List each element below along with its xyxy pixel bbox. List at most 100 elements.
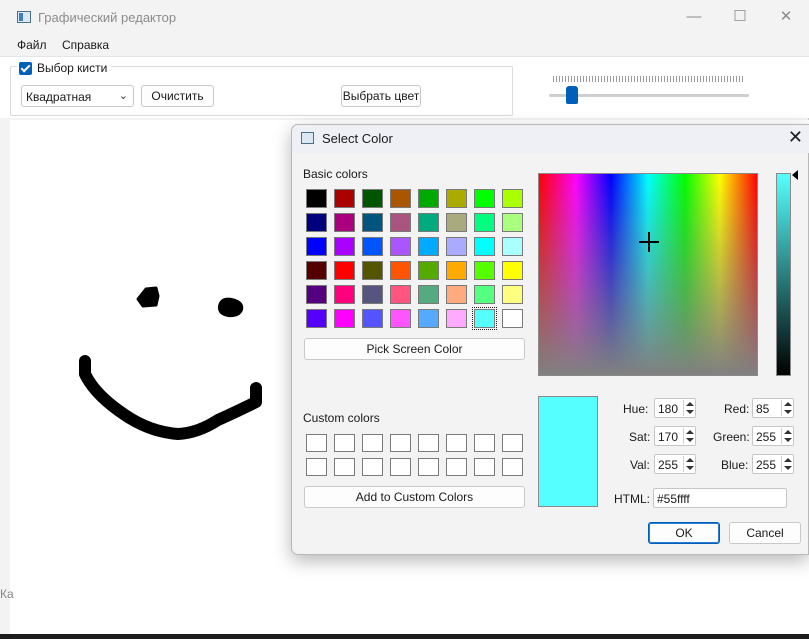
basic-color-swatch[interactable] (502, 309, 523, 328)
basic-color-swatch[interactable] (390, 309, 411, 328)
custom-color-swatch[interactable] (418, 458, 439, 476)
basic-color-swatch[interactable] (362, 285, 383, 304)
basic-color-swatch[interactable] (334, 309, 355, 328)
red-spinbox[interactable]: 85 (752, 398, 794, 418)
blue-stepper[interactable] (781, 456, 792, 472)
basic-color-swatch[interactable] (502, 261, 523, 280)
close-window-icon[interactable]: ✕ (764, 2, 808, 32)
basic-color-swatch[interactable] (362, 213, 383, 232)
custom-color-swatch[interactable] (334, 434, 355, 452)
basic-color-swatch[interactable] (446, 213, 467, 232)
red-value: 85 (756, 402, 770, 416)
custom-color-swatch[interactable] (446, 434, 467, 452)
luminance-bar[interactable] (776, 173, 791, 376)
basic-color-swatch[interactable] (418, 213, 439, 232)
custom-color-swatch[interactable] (306, 458, 327, 476)
custom-color-swatch[interactable] (334, 458, 355, 476)
custom-color-swatch[interactable] (390, 434, 411, 452)
basic-color-swatch[interactable] (418, 285, 439, 304)
hue-stepper[interactable] (683, 400, 694, 416)
hue-saturation-field[interactable] (538, 173, 758, 376)
basic-color-swatch[interactable] (306, 285, 327, 304)
custom-color-swatch[interactable] (418, 434, 439, 452)
basic-color-swatch[interactable] (306, 213, 327, 232)
hue-spinbox[interactable]: 180 (654, 398, 696, 418)
basic-color-swatch[interactable] (474, 189, 495, 208)
basic-color-swatch[interactable] (502, 285, 523, 304)
basic-color-swatch[interactable] (306, 261, 327, 280)
basic-color-swatch[interactable] (474, 285, 495, 304)
brush-group-title[interactable]: Выбор кисти (17, 59, 112, 77)
basic-color-swatch[interactable] (418, 237, 439, 256)
basic-color-swatch[interactable] (334, 213, 355, 232)
basic-color-swatch[interactable] (502, 237, 523, 256)
sat-spinbox[interactable]: 170 (654, 426, 696, 446)
brush-shape-combo[interactable]: Квадратная ⌄ (21, 85, 134, 107)
basic-color-swatch[interactable] (474, 213, 495, 232)
luminance-arrow-icon[interactable] (792, 170, 798, 180)
basic-color-swatch[interactable] (472, 307, 497, 330)
basic-color-swatch[interactable] (306, 237, 327, 256)
cancel-button[interactable]: Cancel (729, 522, 801, 544)
basic-color-swatch[interactable] (334, 261, 355, 280)
custom-color-swatch[interactable] (390, 458, 411, 476)
basic-color-swatch[interactable] (474, 237, 495, 256)
basic-color-swatch[interactable] (418, 261, 439, 280)
custom-color-swatch[interactable] (474, 434, 495, 452)
basic-color-swatch[interactable] (390, 237, 411, 256)
custom-color-swatch[interactable] (306, 434, 327, 452)
green-stepper[interactable] (781, 428, 792, 444)
basic-color-swatch[interactable] (362, 309, 383, 328)
red-stepper[interactable] (781, 400, 792, 416)
basic-color-swatch[interactable] (446, 237, 467, 256)
basic-color-swatch[interactable] (334, 237, 355, 256)
basic-color-swatch[interactable] (446, 261, 467, 280)
basic-color-swatch[interactable] (362, 261, 383, 280)
basic-color-swatch[interactable] (418, 189, 439, 208)
basic-color-swatch[interactable] (362, 189, 383, 208)
basic-color-swatch[interactable] (334, 285, 355, 304)
custom-color-swatch[interactable] (502, 458, 523, 476)
custom-colors-label: Custom colors (303, 411, 380, 425)
custom-color-swatch[interactable] (446, 458, 467, 476)
basic-color-swatch[interactable] (446, 309, 467, 328)
basic-color-swatch[interactable] (306, 309, 327, 328)
basic-color-swatch[interactable] (306, 189, 327, 208)
basic-color-swatch[interactable] (446, 285, 467, 304)
custom-color-swatch[interactable] (502, 434, 523, 452)
html-color-input[interactable]: #55ffff (653, 488, 787, 508)
val-stepper[interactable] (683, 456, 694, 472)
val-spinbox[interactable]: 255 (654, 454, 696, 474)
maximize-icon[interactable]: ☐ (718, 2, 762, 32)
brush-size-handle[interactable] (566, 86, 578, 104)
basic-color-swatch[interactable] (362, 237, 383, 256)
custom-color-swatch[interactable] (474, 458, 495, 476)
blue-spinbox[interactable]: 255 (752, 454, 794, 474)
basic-color-swatch[interactable] (446, 189, 467, 208)
menu-file[interactable]: Файл (17, 38, 47, 52)
basic-color-swatch[interactable] (390, 189, 411, 208)
basic-color-swatch[interactable] (418, 309, 439, 328)
basic-color-swatch[interactable] (390, 285, 411, 304)
clear-button[interactable]: Очистить (141, 85, 214, 107)
close-icon[interactable]: ✕ (788, 127, 803, 148)
basic-color-swatch[interactable] (390, 213, 411, 232)
pick-color-button[interactable]: Выбрать цвет (341, 85, 421, 107)
basic-color-swatch[interactable] (474, 261, 495, 280)
sat-stepper[interactable] (683, 428, 694, 444)
menu-help[interactable]: Справка (62, 38, 109, 52)
basic-color-swatch[interactable] (390, 261, 411, 280)
custom-color-swatch[interactable] (362, 458, 383, 476)
pick-screen-color-button[interactable]: Pick Screen Color (304, 338, 525, 360)
crosshair-icon[interactable] (639, 232, 659, 252)
ok-button[interactable]: OK (648, 522, 720, 544)
basic-color-swatch[interactable] (334, 189, 355, 208)
custom-color-swatch[interactable] (362, 434, 383, 452)
brush-size-slider[interactable] (549, 94, 749, 97)
basic-color-swatch[interactable] (502, 189, 523, 208)
brush-group-checkbox[interactable] (19, 61, 32, 75)
green-spinbox[interactable]: 255 (752, 426, 794, 446)
add-custom-colors-button[interactable]: Add to Custom Colors (304, 486, 525, 508)
minimize-icon[interactable]: — (672, 2, 716, 32)
basic-color-swatch[interactable] (502, 213, 523, 232)
